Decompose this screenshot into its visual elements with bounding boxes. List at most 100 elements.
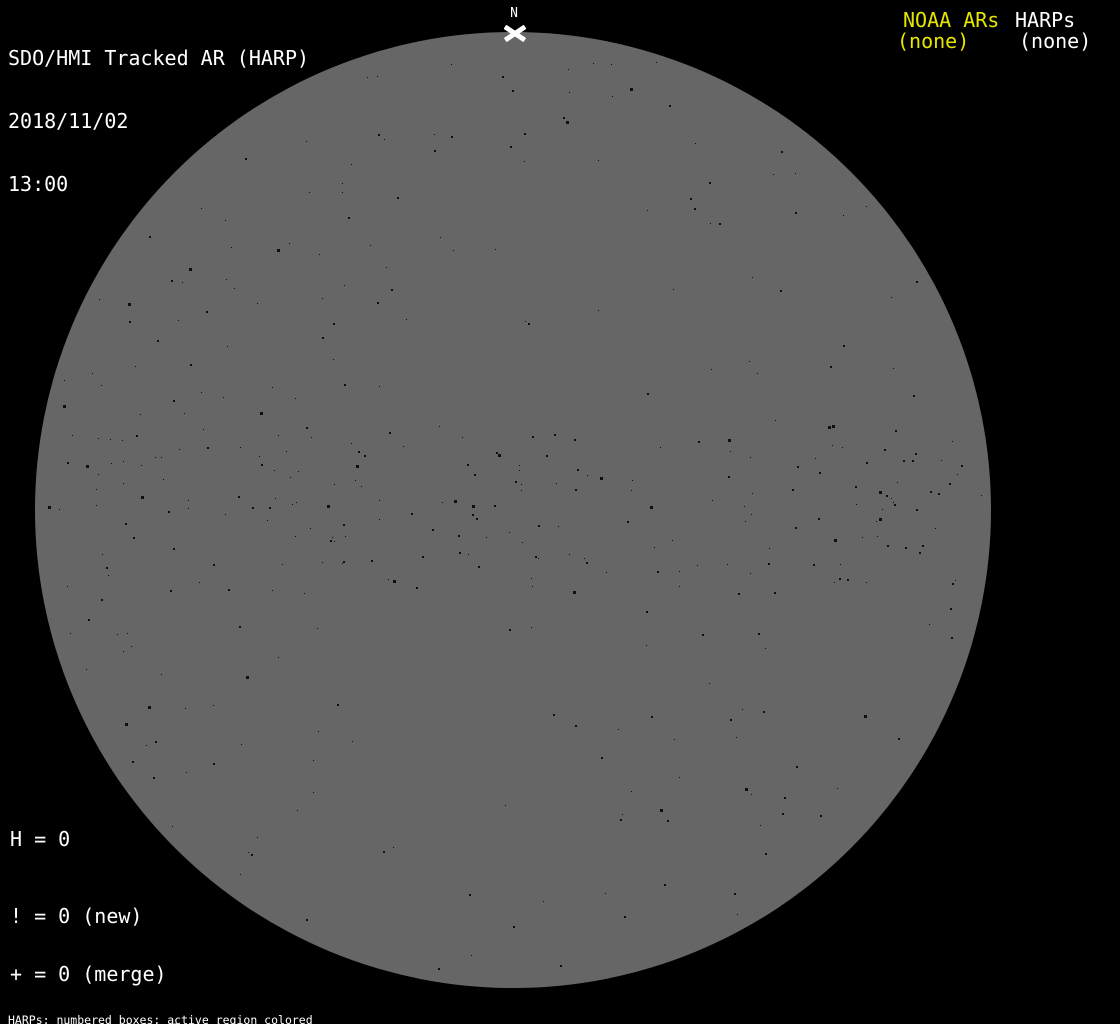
magnetogram-speckle	[592, 63, 594, 65]
footer-line-harps: HARPs: numbered boxes; active region col…	[8, 1012, 313, 1024]
magnetogram-speckle	[452, 249, 454, 251]
noaa-ars-value: (none)	[897, 29, 970, 53]
magnetogram-speckle	[656, 571, 659, 574]
magnetogram-speckle	[666, 820, 669, 823]
magnetogram-speckle	[729, 450, 731, 452]
harp-count: H = 0	[10, 827, 71, 851]
magnetogram-speckle	[274, 469, 276, 471]
harps-label: HARPs	[1015, 8, 1076, 32]
magnetogram-speckle	[450, 135, 453, 138]
magnetogram-speckle	[160, 673, 162, 675]
magnetogram-speckle	[911, 460, 914, 463]
magnetogram-speckle	[311, 436, 313, 438]
magnetogram-speckle	[321, 561, 323, 563]
magnetogram-speckle	[122, 439, 124, 441]
magnetogram-speckle	[342, 563, 343, 565]
magnetogram-speckle	[101, 599, 104, 602]
magnetogram-speckle	[185, 707, 187, 709]
magnetogram-speckle	[147, 705, 151, 709]
magnetogram-speckle	[189, 363, 192, 366]
magnetogram-speckle	[259, 411, 263, 415]
magnetogram-speckle	[535, 555, 538, 558]
magnetogram-speckle	[708, 181, 711, 184]
magnetogram-speckle	[630, 790, 632, 792]
magnetogram-speckle	[123, 651, 125, 653]
magnetogram-speckle	[737, 913, 739, 915]
magnetogram-speckle	[332, 537, 334, 539]
magnetogram-speckle	[749, 573, 751, 575]
magnetogram-speckle	[281, 563, 283, 565]
magnetogram-speckle	[890, 296, 892, 298]
magnetogram-speckle	[86, 668, 88, 670]
magnetogram-speckle	[498, 454, 502, 458]
magnetogram-speckle	[295, 536, 296, 538]
magnetogram-speckle	[226, 278, 228, 280]
magnetogram-speckle	[864, 714, 868, 718]
magnetogram-speckle	[837, 787, 839, 789]
magnetogram-speckle	[762, 711, 765, 714]
magnetogram-speckle	[313, 759, 315, 761]
magnetogram-speckle	[586, 474, 588, 476]
magnetogram-speckle	[462, 437, 464, 439]
magnetogram-speckle	[278, 435, 280, 437]
magnetogram-speckle	[124, 522, 127, 525]
plot-date: 2018/11/02	[8, 109, 129, 133]
magnetogram-speckle	[370, 560, 373, 563]
magnetogram-speckle	[651, 715, 654, 718]
magnetogram-speckle	[141, 495, 145, 499]
magnetogram-speckle	[750, 456, 752, 458]
magnetogram-speckle	[437, 968, 440, 971]
magnetogram-speckle	[226, 346, 228, 348]
magnetogram-speckle	[122, 460, 124, 462]
magnetogram-speckle	[951, 441, 953, 442]
magnetogram-speckle	[185, 772, 187, 774]
magnetogram-speckle	[649, 505, 653, 509]
magnetogram-speckle	[887, 545, 890, 548]
magnetogram-speckle	[291, 503, 293, 505]
magnetogram-speckle	[471, 504, 475, 508]
magnetogram-speckle	[833, 538, 837, 542]
magnetogram-speckle	[234, 288, 236, 290]
magnetogram-speckle	[200, 392, 202, 394]
magnetogram-speckle	[586, 561, 589, 564]
magnetogram-speckle	[764, 852, 767, 855]
magnetogram-speckle	[883, 449, 886, 452]
magnetogram-speckle	[379, 518, 381, 520]
magnetogram-speckle	[203, 428, 205, 430]
magnetogram-speckle	[893, 501, 895, 503]
magnetogram-speckle	[130, 645, 132, 647]
magnetogram-speckle	[91, 372, 93, 374]
magnetogram-speckle	[782, 813, 785, 816]
magnetogram-speckle	[124, 722, 128, 726]
magnetogram-speckle	[156, 339, 159, 342]
magnetogram-speckle	[334, 484, 336, 486]
magnetogram-speckle	[839, 577, 842, 580]
magnetogram-speckle	[256, 836, 258, 838]
magnetogram-speckle	[710, 222, 712, 224]
magnetogram-speckle	[558, 525, 560, 527]
magnetogram-speckle	[827, 426, 831, 430]
magnetogram-speckle	[522, 542, 524, 544]
magnetogram-speckle	[342, 523, 345, 526]
magnetogram-speckle	[321, 298, 323, 300]
magnetogram-speckle	[146, 745, 148, 747]
magnetogram-speckle	[67, 586, 69, 588]
magnetogram-speckle	[902, 460, 905, 463]
magnetogram-speckle	[85, 465, 89, 469]
magnetogram-speckle	[96, 504, 97, 506]
magnetogram-speckle	[187, 499, 189, 501]
magnetogram-speckle	[518, 470, 520, 472]
magnetogram-speckle	[679, 586, 681, 588]
magnetogram-speckle	[566, 120, 570, 124]
title-block: SDO/HMI Tracked AR (HARP) 2018/11/02 13:…	[8, 6, 309, 237]
magnetogram-speckle	[98, 437, 100, 439]
magnetogram-speckle	[780, 150, 783, 153]
magnetogram-speckle	[555, 482, 557, 484]
magnetogram-speckle	[574, 439, 577, 442]
magnetogram-speckle	[198, 581, 200, 583]
magnetogram-speckle	[520, 483, 522, 485]
magnetogram-speckle	[865, 206, 867, 208]
magnetogram-speckle	[830, 366, 833, 369]
magnetogram-speckle	[792, 489, 795, 492]
magnetogram-speckle	[756, 373, 758, 375]
